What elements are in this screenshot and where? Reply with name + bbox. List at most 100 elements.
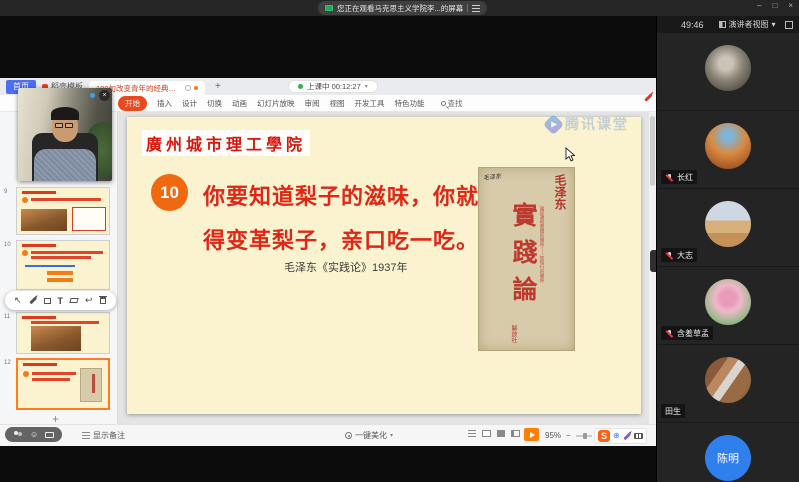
shape-tool-icon[interactable] <box>44 298 51 304</box>
avatar <box>705 279 751 325</box>
slide-thumbnail-11[interactable] <box>16 312 110 354</box>
book-subtitle: 論認識和實踐的關係——知和行的關係 <box>539 206 545 301</box>
reading-view-icon[interactable] <box>511 430 520 437</box>
slide-quote-line2: 得变革梨子，亲口吃一吃。 <box>203 223 479 255</box>
notes-view-icon[interactable] <box>468 430 476 437</box>
avatar-initial: 陈明 <box>705 435 751 481</box>
scrollbar-thumb[interactable] <box>650 116 655 186</box>
view-mode-label: 演讲者视图 <box>729 19 769 30</box>
select-tool-icon[interactable]: ↖ <box>14 295 22 306</box>
sogou-logo-icon[interactable]: S <box>598 430 610 442</box>
ribbon-tab-animation[interactable]: 动画 <box>232 98 247 109</box>
zoom-slider[interactable] <box>576 435 592 437</box>
mic-muted-icon <box>665 251 674 260</box>
ribbon-tab-view[interactable]: 视图 <box>330 98 345 109</box>
participant-tile[interactable]: 田生 <box>657 345 799 422</box>
zoom-level: 95% <box>545 431 561 440</box>
presenter-webcam[interactable]: × <box>18 88 112 181</box>
avatar <box>705 357 751 403</box>
text-tool-icon[interactable]: T <box>58 296 64 306</box>
participant-tile[interactable]: 陈明 ∨ <box>657 423 799 482</box>
notes-label: 显示备注 <box>93 430 125 441</box>
participant-tile[interactable]: 长红 <box>657 111 799 188</box>
book-author: 毛泽东 <box>552 174 569 210</box>
pen-tool-icon[interactable] <box>29 297 36 304</box>
unsaved-dot-icon <box>194 86 198 90</box>
sidebar-collapse-handle[interactable] <box>650 250 656 272</box>
ribbon-tab-review[interactable]: 审阅 <box>305 98 320 109</box>
thumb-text-line <box>31 198 101 201</box>
doc-sync-icon <box>185 85 191 91</box>
view-mode-button[interactable]: 演讲者视图 ▾ <box>719 19 776 30</box>
show-notes-toggle[interactable]: 显示备注 <box>82 430 125 441</box>
handwriting-icon[interactable] <box>623 432 630 439</box>
watching-banner[interactable]: 您正在观看马克思主义学院李...的屏幕 <box>318 1 487 15</box>
sorter-view-icon[interactable] <box>497 430 505 437</box>
close-button[interactable]: × <box>788 1 793 11</box>
thumb-text-line <box>31 256 91 259</box>
top-titlebar: 您正在观看马克思主义学院李...的屏幕 – □ × <box>0 0 799 16</box>
screen-share-icon <box>325 5 333 11</box>
glasses-icon <box>55 123 75 128</box>
input-mode-icon[interactable]: ⊕ <box>613 432 620 440</box>
thumb-book-image <box>80 368 102 402</box>
share-screen-icon[interactable] <box>45 432 54 438</box>
thumb-bullet <box>22 197 28 203</box>
participant-name: 含羞草孟 <box>677 328 709 339</box>
keyboard-icon[interactable] <box>634 433 643 439</box>
emoji-icon[interactable]: ☺ <box>30 431 38 439</box>
zoom-out-button[interactable]: − <box>566 431 571 440</box>
sogou-input-toolbar: S ⊕ <box>594 428 647 444</box>
ribbon-tab-developer[interactable]: 开发工具 <box>355 98 385 109</box>
thumb-text-line <box>32 372 76 375</box>
beautify-button[interactable]: 一键美化 ▾ <box>345 430 393 441</box>
eraser-tool-icon[interactable] <box>69 298 79 303</box>
slide-thumbnail-9[interactable] <box>16 187 110 235</box>
trash-icon[interactable] <box>100 297 106 304</box>
ribbon-tab-design[interactable]: 设计 <box>182 98 197 109</box>
members-icon[interactable] <box>13 431 23 439</box>
maximize-button[interactable]: □ <box>772 1 777 11</box>
thumb-number: 11 <box>4 314 10 320</box>
normal-view-icon[interactable] <box>482 430 491 437</box>
fullscreen-icon[interactable] <box>785 21 793 29</box>
name-badge: 长红 <box>661 170 697 184</box>
ribbon-tab-slideshow[interactable]: 幻灯片放映 <box>257 98 295 109</box>
thumb-title-bar <box>22 191 56 194</box>
classroom-toolbar: ☺ <box>5 427 62 442</box>
speaker-view-icon <box>719 21 726 28</box>
mic-muted-icon <box>665 329 674 338</box>
ribbon-tab-start[interactable]: 开始 <box>118 96 147 111</box>
slideshow-play-button[interactable] <box>524 428 539 441</box>
ribbon-tab-insert[interactable]: 插入 <box>157 98 172 109</box>
name-badge: 大志 <box>661 248 697 262</box>
camera-status-dot <box>90 93 95 98</box>
find-button[interactable]: 查找 <box>441 98 463 109</box>
participant-tile[interactable]: 大志 <box>657 189 799 266</box>
slide-thumbnail-10[interactable] <box>16 240 110 290</box>
live-dot-icon <box>298 84 303 89</box>
ribbon-tab-features[interactable]: 特色功能 <box>395 98 425 109</box>
new-tab-button[interactable]: + <box>215 81 221 92</box>
slide-thumbnail-12-selected[interactable] <box>16 358 110 410</box>
avatar <box>705 123 751 169</box>
participant-tile[interactable]: 正在讲话: 马克思主义学院... ↩ <box>657 33 799 110</box>
thumb-number: 12 <box>4 360 11 366</box>
thumb-title-bar <box>22 316 56 319</box>
current-slide[interactable]: 廣州城市理工學院 10 你要知道梨子的滋味，你就 得变革梨子，亲口吃一吃。 毛泽… <box>127 117 641 414</box>
ribbon-tab-transition[interactable]: 切换 <box>207 98 222 109</box>
minimize-button[interactable]: – <box>757 1 761 11</box>
thumb-title-bar <box>23 363 57 366</box>
thumb-bullet <box>23 371 29 377</box>
find-label: 查找 <box>448 98 463 109</box>
watching-banner-text: 您正在观看马克思主义学院李...的屏幕 <box>337 3 463 14</box>
undo-icon[interactable]: ↩ <box>85 295 93 306</box>
webcam-close-button[interactable]: × <box>99 90 110 101</box>
avatar <box>705 201 751 247</box>
banner-menu-icon[interactable] <box>472 5 480 12</box>
class-status-pill[interactable]: 上课中 00:12:27 ▾ <box>288 80 378 93</box>
thumb-orange-block <box>47 278 73 282</box>
book-cover-image: 毛泽东 毛泽东 實踐論 論認識和實踐的關係——知和行的關係 解放社 <box>478 167 575 351</box>
name-badge: 田生 <box>661 404 685 418</box>
participant-tile[interactable]: 含羞草孟 <box>657 267 799 344</box>
